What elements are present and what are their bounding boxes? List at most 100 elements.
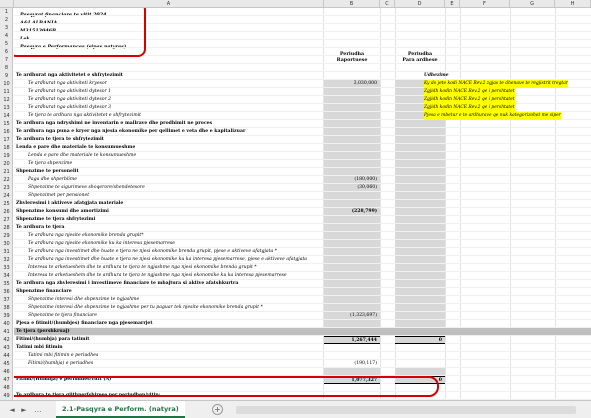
row-header[interactable]: 45 (0, 360, 13, 368)
horizontal-scrollbar[interactable] (236, 406, 576, 414)
cell-previous-period[interactable] (395, 120, 445, 128)
column-header-d[interactable]: D (395, 0, 445, 8)
cell-previous-period[interactable] (395, 144, 445, 152)
cell-current-period[interactable] (324, 144, 380, 152)
row-header[interactable]: 31 (0, 248, 13, 256)
cell-previous-period[interactable] (395, 248, 445, 256)
cell-description[interactable]: Pjesa e fitimit/(humbjes) financiare nga… (16, 320, 336, 328)
cell-description[interactable]: Paga dhe shperblime (16, 176, 336, 184)
cell-description[interactable]: Tatimi mbi fitimin e periudhes (16, 352, 336, 360)
cell-current-period[interactable] (324, 96, 380, 104)
row-header[interactable]: 33 (0, 264, 13, 272)
row-header[interactable]: 14 (0, 112, 13, 120)
row-header[interactable]: 1 (0, 8, 13, 16)
cell-description[interactable]: Shpenzime te tjera financiare (16, 312, 336, 320)
cell-current-period[interactable] (324, 304, 380, 312)
row-header[interactable]: 29 (0, 232, 13, 240)
cell-current-period[interactable] (324, 40, 380, 48)
row-header[interactable]: 27 (0, 216, 13, 224)
cell-description[interactable]: Te ardhurat nga aktiviteti dytesor 3 (16, 104, 336, 112)
row-header[interactable]: 26 (0, 208, 13, 216)
row-header[interactable]: 47 (0, 376, 13, 384)
cell-description[interactable]: Fitimi/(humbja) e periudhes (16, 360, 336, 368)
cell-previous-period[interactable] (395, 264, 445, 272)
cell-previous-period[interactable] (395, 152, 445, 160)
cell-description[interactable]: Shpenzime interesi dhe shpenzime te ngja… (16, 296, 336, 304)
cell-previous-period[interactable] (395, 192, 445, 200)
row-header[interactable]: 44 (0, 352, 13, 360)
cell-description[interactable] (16, 56, 336, 64)
cell-previous-period[interactable] (395, 64, 445, 72)
cell-previous-period[interactable] (395, 296, 445, 304)
cell-current-period[interactable] (324, 352, 380, 360)
cell-description[interactable]: Interesa te arketueshem dhe te ardhura t… (16, 272, 336, 280)
cell-current-period[interactable] (324, 216, 380, 224)
cell-instruction[interactable]: Zgjidh kodin NACE Rev.2 qe i pershtatet (424, 88, 515, 96)
row-header[interactable]: 48 (0, 384, 13, 392)
cell-description[interactable]: Te ardhura nga njesite ekonomike ku ka i… (16, 240, 336, 248)
cell-current-period[interactable] (324, 272, 380, 280)
cell-previous-period[interactable] (395, 240, 445, 248)
row-header[interactable]: 9 (0, 72, 13, 80)
row-header[interactable]: 2 (0, 16, 13, 24)
cell-current-period[interactable] (324, 248, 380, 256)
cell-previous-period[interactable] (395, 168, 445, 176)
row-header[interactable]: 20 (0, 160, 13, 168)
cell-previous-period[interactable] (395, 128, 445, 136)
cell-current-period[interactable]: (1,323,697) (324, 312, 380, 320)
cell-description[interactable]: Te tjera te ardhura nga aktivitetet e sh… (16, 112, 336, 120)
cell-previous-period[interactable] (395, 312, 445, 320)
cell-current-period[interactable] (324, 160, 380, 168)
cell-previous-period[interactable] (395, 360, 445, 368)
cell-description[interactable]: Te ardhurat nga aktiviteti kryesor (16, 80, 336, 88)
sheet-tab-active[interactable]: 2.1-Pasqyra e Perform. (natyra) (56, 401, 185, 418)
row-header[interactable]: 46 (0, 368, 13, 376)
cell-current-period[interactable] (324, 32, 380, 40)
cell-current-period[interactable] (324, 168, 380, 176)
cell-current-period[interactable] (324, 240, 380, 248)
cell-current-period[interactable] (324, 152, 380, 160)
column-header-g[interactable]: G (510, 0, 555, 8)
cell-description[interactable]: Te ardhura nga investimet dhe huate e tj… (16, 248, 336, 256)
cell-current-period[interactable] (324, 88, 380, 96)
cell-description[interactable]: Shpenzime financiare (16, 288, 336, 296)
cell-description[interactable]: Shpenzime te tjera shfrytezimi (16, 216, 336, 224)
cell-previous-period[interactable] (395, 256, 445, 264)
cell-previous-period[interactable] (395, 56, 445, 64)
cell-previous-period[interactable] (395, 224, 445, 232)
cell-description[interactable]: Te ardhura nga zhvleresimi i investimeve… (16, 280, 336, 288)
cell-previous-period[interactable] (395, 184, 445, 192)
cell-previous-period[interactable] (395, 136, 445, 144)
row-header[interactable]: 43 (0, 344, 13, 352)
row-header[interactable]: 39 (0, 312, 13, 320)
cell-description[interactable]: Te ardhura nga ndryshimi ne inventarin e… (16, 120, 336, 128)
cell-description[interactable]: Zhvleresimi i aktiveve afatgjata materia… (16, 200, 336, 208)
cell-previous-period[interactable] (395, 48, 445, 56)
cell-current-period[interactable] (324, 344, 380, 352)
cell-current-period[interactable]: 1,267,444 (324, 336, 380, 344)
cell-current-period[interactable] (324, 104, 380, 112)
cell-description[interactable]: Tatimi mbi fitimin (16, 344, 336, 352)
row-header[interactable]: 23 (0, 184, 13, 192)
row-header[interactable]: 30 (0, 240, 13, 248)
next-sheet-button[interactable]: ► (20, 405, 28, 415)
cell-previous-period[interactable] (395, 368, 445, 376)
cell-previous-period[interactable] (395, 176, 445, 184)
column-header-e[interactable]: E (445, 0, 460, 8)
cell-instruction[interactable]: Zgjidh kodin NACE Rev.2 qe i pershtatet (424, 96, 515, 104)
add-sheet-button[interactable]: + (212, 404, 223, 415)
cell-description[interactable]: Lenda e pare dhe materiale te konsumuesh… (16, 152, 336, 160)
cell-previous-period[interactable] (395, 272, 445, 280)
cell-current-period[interactable] (324, 328, 380, 336)
cell-previous-period[interactable] (395, 304, 445, 312)
cell-current-period[interactable] (324, 48, 380, 56)
column-header-h[interactable]: H (555, 0, 591, 8)
row-header[interactable]: 42 (0, 336, 13, 344)
cell-description[interactable]: Te ardhura te tjera te shfrytezimit (16, 136, 336, 144)
cell-description[interactable]: Te ardhurat nga aktiviteti dytesor 2 (16, 96, 336, 104)
cell-description[interactable]: Shpenzime interesi dhe shpenzime te ngja… (16, 304, 336, 312)
row-header[interactable]: 37 (0, 296, 13, 304)
cell-description[interactable]: Te ardhurat nga aktiviteti dytesor 1 (16, 88, 336, 96)
cell-previous-period[interactable] (395, 8, 445, 16)
column-header-f[interactable]: F (460, 0, 510, 8)
